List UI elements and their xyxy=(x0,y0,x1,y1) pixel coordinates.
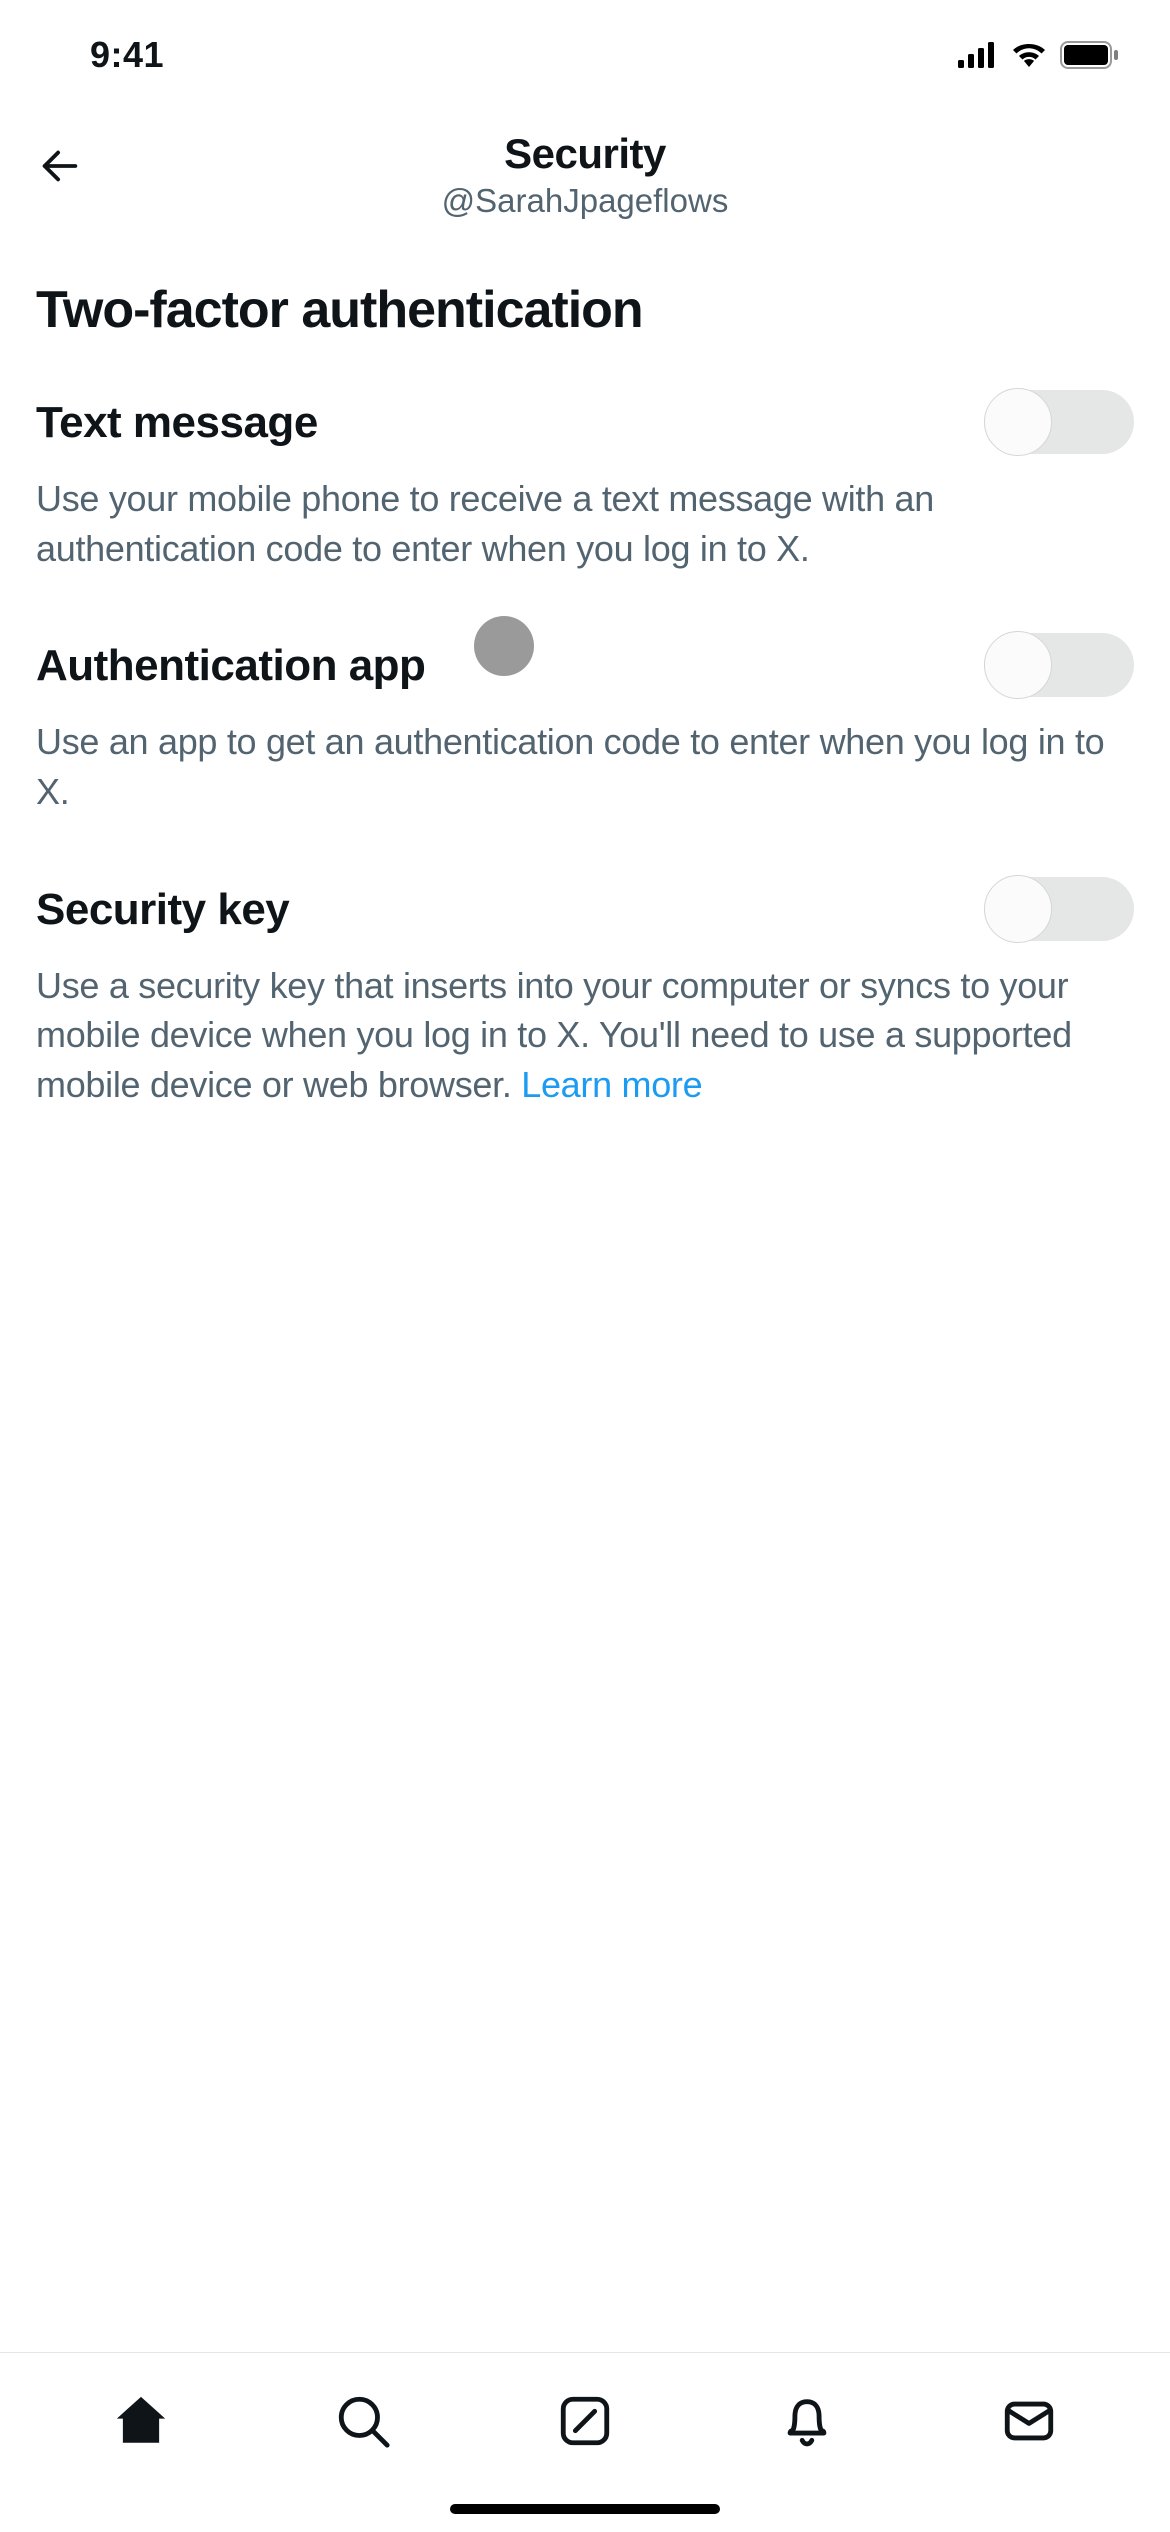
toggle-knob xyxy=(984,631,1052,699)
learn-more-link[interactable]: Learn more xyxy=(521,1064,702,1105)
option-title: Security key xyxy=(36,877,289,935)
option-description: Use an app to get an authentication code… xyxy=(36,717,1134,816)
status-icons xyxy=(958,41,1120,69)
option-security-key: Security key Use a security key that ins… xyxy=(36,877,1134,1110)
toggle-authentication-app[interactable] xyxy=(984,633,1134,697)
cellular-icon xyxy=(958,42,998,68)
option-authentication-app: Authentication app Use an app to get an … xyxy=(36,633,1134,816)
compose-icon xyxy=(556,2392,614,2450)
header-titles: Security @SarahJpageflows xyxy=(442,130,729,220)
option-title: Authentication app xyxy=(36,633,425,691)
toggle-text-message[interactable] xyxy=(984,390,1134,454)
status-time: 9:41 xyxy=(90,34,164,76)
toggle-knob xyxy=(984,388,1052,456)
search-icon xyxy=(334,2392,392,2450)
status-bar: 9:41 xyxy=(0,0,1170,110)
option-title: Text message xyxy=(36,390,318,448)
envelope-icon xyxy=(1000,2392,1058,2450)
option-description: Use a security key that inserts into you… xyxy=(36,961,1134,1110)
nav-home[interactable] xyxy=(105,2385,177,2457)
option-head: Security key xyxy=(36,877,1134,941)
page-header: Security @SarahJpageflows xyxy=(0,110,1170,250)
page-title: Security xyxy=(442,130,729,178)
page-subtitle: @SarahJpageflows xyxy=(442,182,729,220)
option-text-message: Text message Use your mobile phone to re… xyxy=(36,390,1134,573)
arrow-left-icon xyxy=(37,143,83,189)
toggle-knob xyxy=(984,875,1052,943)
wifi-icon xyxy=(1010,41,1048,69)
toggle-security-key[interactable] xyxy=(984,877,1134,941)
option-head: Text message xyxy=(36,390,1134,454)
nav-compose[interactable] xyxy=(549,2385,621,2457)
nav-notifications[interactable] xyxy=(771,2385,843,2457)
bell-icon xyxy=(778,2392,836,2450)
nav-messages[interactable] xyxy=(993,2385,1065,2457)
home-icon xyxy=(112,2392,170,2450)
nav-search[interactable] xyxy=(327,2385,399,2457)
content: Two-factor authentication Text message U… xyxy=(0,250,1170,1110)
section-title: Two-factor authentication xyxy=(36,280,1134,340)
home-indicator[interactable] xyxy=(450,2504,720,2514)
back-button[interactable] xyxy=(30,136,90,196)
option-description: Use your mobile phone to receive a text … xyxy=(36,474,1134,573)
battery-icon xyxy=(1060,41,1120,69)
option-head: Authentication app xyxy=(36,633,1134,697)
